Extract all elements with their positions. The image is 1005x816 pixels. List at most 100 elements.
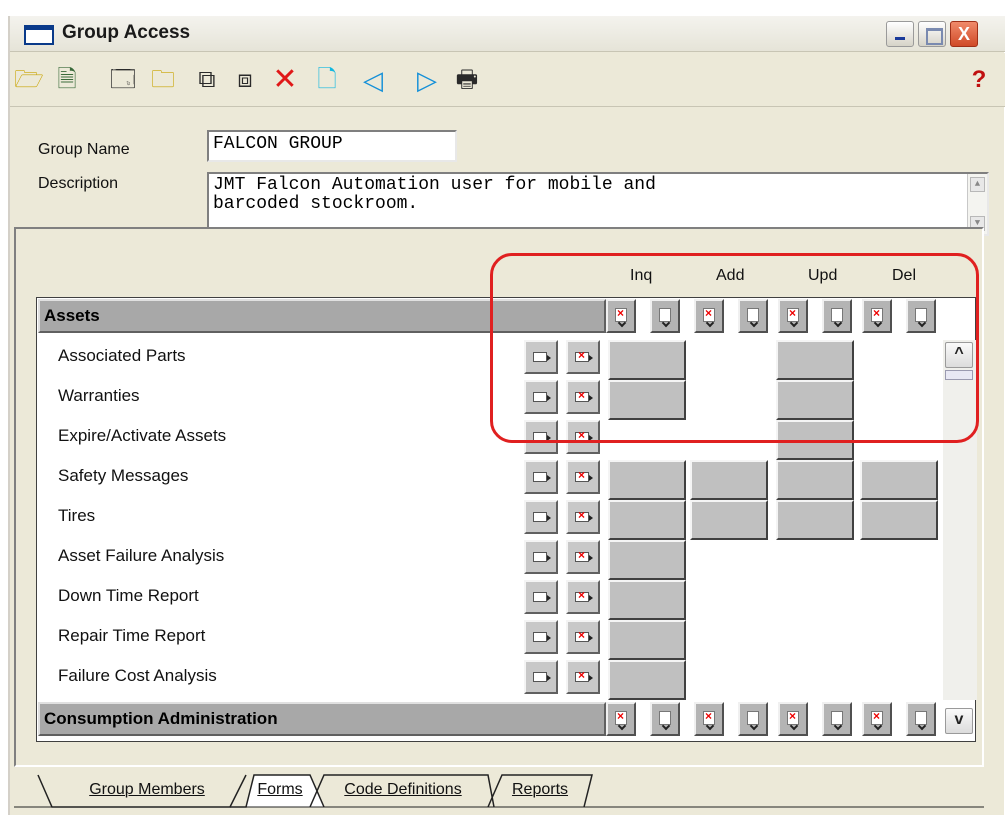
permission-upd-button[interactable]	[776, 340, 854, 380]
grant-row-button[interactable]	[524, 620, 558, 654]
permissions-scrollbar[interactable]: ^	[943, 340, 977, 700]
permission-upd-button[interactable]	[776, 420, 854, 460]
grant-column-button[interactable]	[738, 299, 768, 333]
permission-del-button[interactable]	[860, 460, 938, 500]
grant-icon	[915, 308, 927, 322]
scroll-up-icon[interactable]: ^	[945, 342, 973, 368]
permission-upd-button[interactable]	[776, 380, 854, 420]
tab-strip: Group Members Forms Code Definitions Rep…	[14, 767, 984, 812]
tab-forms[interactable]: Forms	[250, 775, 310, 807]
revoke-column-button[interactable]	[606, 702, 636, 736]
previous-icon[interactable]: ◁	[358, 65, 388, 95]
revoke-icon	[703, 709, 715, 725]
grant-row-button[interactable]	[524, 500, 558, 534]
scroll-bottom-area: v	[943, 704, 977, 740]
revoke-row-button[interactable]	[566, 340, 600, 374]
permission-inq-button[interactable]	[608, 580, 686, 620]
revoke-icon	[575, 548, 593, 562]
print-icon[interactable]: 🖶	[452, 65, 482, 95]
grant-row-button[interactable]	[524, 580, 558, 614]
revoke-row-button[interactable]	[566, 460, 600, 494]
permission-add-button[interactable]	[690, 460, 768, 500]
permission-inq-button[interactable]	[608, 380, 686, 420]
window-title: Group Access	[62, 22, 191, 43]
help-icon[interactable]: ?	[964, 65, 994, 95]
revoke-column-button[interactable]	[862, 299, 892, 333]
grant-icon	[533, 632, 551, 642]
revoke-column-button[interactable]	[694, 702, 724, 736]
minimize-button[interactable]	[886, 21, 914, 47]
revoke-row-button[interactable]	[566, 580, 600, 614]
revoke-column-button[interactable]	[694, 299, 724, 333]
tab-reports[interactable]: Reports	[494, 775, 586, 807]
form-icon[interactable]: 🗔	[108, 65, 138, 95]
maximize-button[interactable]	[918, 21, 946, 47]
scroll-thumb[interactable]	[945, 370, 973, 380]
permission-inq-button[interactable]	[608, 340, 686, 380]
permission-upd-button[interactable]	[776, 500, 854, 540]
close-button[interactable]: X	[950, 21, 978, 47]
grant-column-button[interactable]	[822, 299, 852, 333]
permission-upd-button[interactable]	[776, 460, 854, 500]
grant-column-button[interactable]	[650, 299, 680, 333]
new-icon[interactable]: 🗋	[312, 65, 342, 95]
title-bar: Group Access X	[10, 16, 1005, 52]
grant-column-button[interactable]	[650, 702, 680, 736]
section-header: Assets	[38, 299, 606, 333]
toolbar: 🗁 🗎 🗔 🗀 ⧉ ⧈ ✕ 🗋 ◁ ▷ 🖶 ?	[10, 53, 1005, 107]
grant-row-button[interactable]	[524, 420, 558, 454]
paste-records-icon[interactable]: ⧈	[230, 65, 260, 95]
next-icon[interactable]: ▷	[412, 65, 442, 95]
revoke-icon	[575, 388, 593, 402]
revoke-icon	[615, 306, 627, 322]
delete-icon[interactable]: ✕	[270, 65, 300, 95]
revoke-row-button[interactable]	[566, 500, 600, 534]
permission-inq-button[interactable]	[608, 500, 686, 540]
permission-del-button[interactable]	[860, 500, 938, 540]
grant-icon	[659, 308, 671, 322]
form-row-label: Safety Messages	[58, 466, 189, 485]
grant-row-button[interactable]	[524, 660, 558, 694]
revoke-row-button[interactable]	[566, 420, 600, 454]
revoke-column-button[interactable]	[606, 299, 636, 333]
permission-inq-button[interactable]	[608, 460, 686, 500]
permission-inq-button[interactable]	[608, 660, 686, 700]
form-row-label: Expire/Activate Assets	[58, 426, 227, 445]
revoke-column-button[interactable]	[778, 299, 808, 333]
permission-inq-button[interactable]	[608, 540, 686, 580]
revoke-row-button[interactable]	[566, 620, 600, 654]
permission-inq-button[interactable]	[608, 620, 686, 660]
grant-row-button[interactable]	[524, 380, 558, 414]
permission-add-button[interactable]	[690, 500, 768, 540]
grant-icon	[533, 512, 551, 522]
copy-records-icon[interactable]: ⧉	[192, 65, 222, 95]
grant-column-button[interactable]	[906, 299, 936, 333]
scroll-down-icon[interactable]: v	[945, 708, 973, 734]
grant-column-button[interactable]	[738, 702, 768, 736]
revoke-row-button[interactable]	[566, 660, 600, 694]
grant-row-button[interactable]	[524, 460, 558, 494]
grant-column-button[interactable]	[822, 702, 852, 736]
new-record-icon[interactable]: 🗎	[52, 65, 82, 95]
form-row-label: Associated Parts	[58, 346, 186, 365]
revoke-icon	[871, 709, 883, 725]
tab-label: Forms	[257, 781, 303, 798]
revoke-row-button[interactable]	[566, 380, 600, 414]
scroll-up-icon[interactable]: ▲	[970, 177, 985, 192]
revoke-row-button[interactable]	[566, 540, 600, 574]
folder-doc-icon[interactable]: 🗀	[148, 65, 178, 95]
grant-icon	[533, 472, 551, 482]
tab-code-definitions[interactable]: Code Definitions	[318, 775, 488, 807]
grant-row-button[interactable]	[524, 340, 558, 374]
tab-group-members[interactable]: Group Members	[62, 775, 232, 807]
group-name-field[interactable]: FALCON GROUP	[207, 130, 457, 162]
open-folder-icon[interactable]: 🗁	[14, 65, 44, 95]
form-row-label: Repair Time Report	[58, 626, 206, 645]
revoke-column-button[interactable]	[862, 702, 892, 736]
grant-icon	[533, 672, 551, 682]
grant-row-button[interactable]	[524, 540, 558, 574]
revoke-column-button[interactable]	[778, 702, 808, 736]
grant-column-button[interactable]	[906, 702, 936, 736]
grant-icon	[831, 308, 843, 322]
description-scrollbar[interactable]: ▲ ▼	[967, 174, 987, 234]
